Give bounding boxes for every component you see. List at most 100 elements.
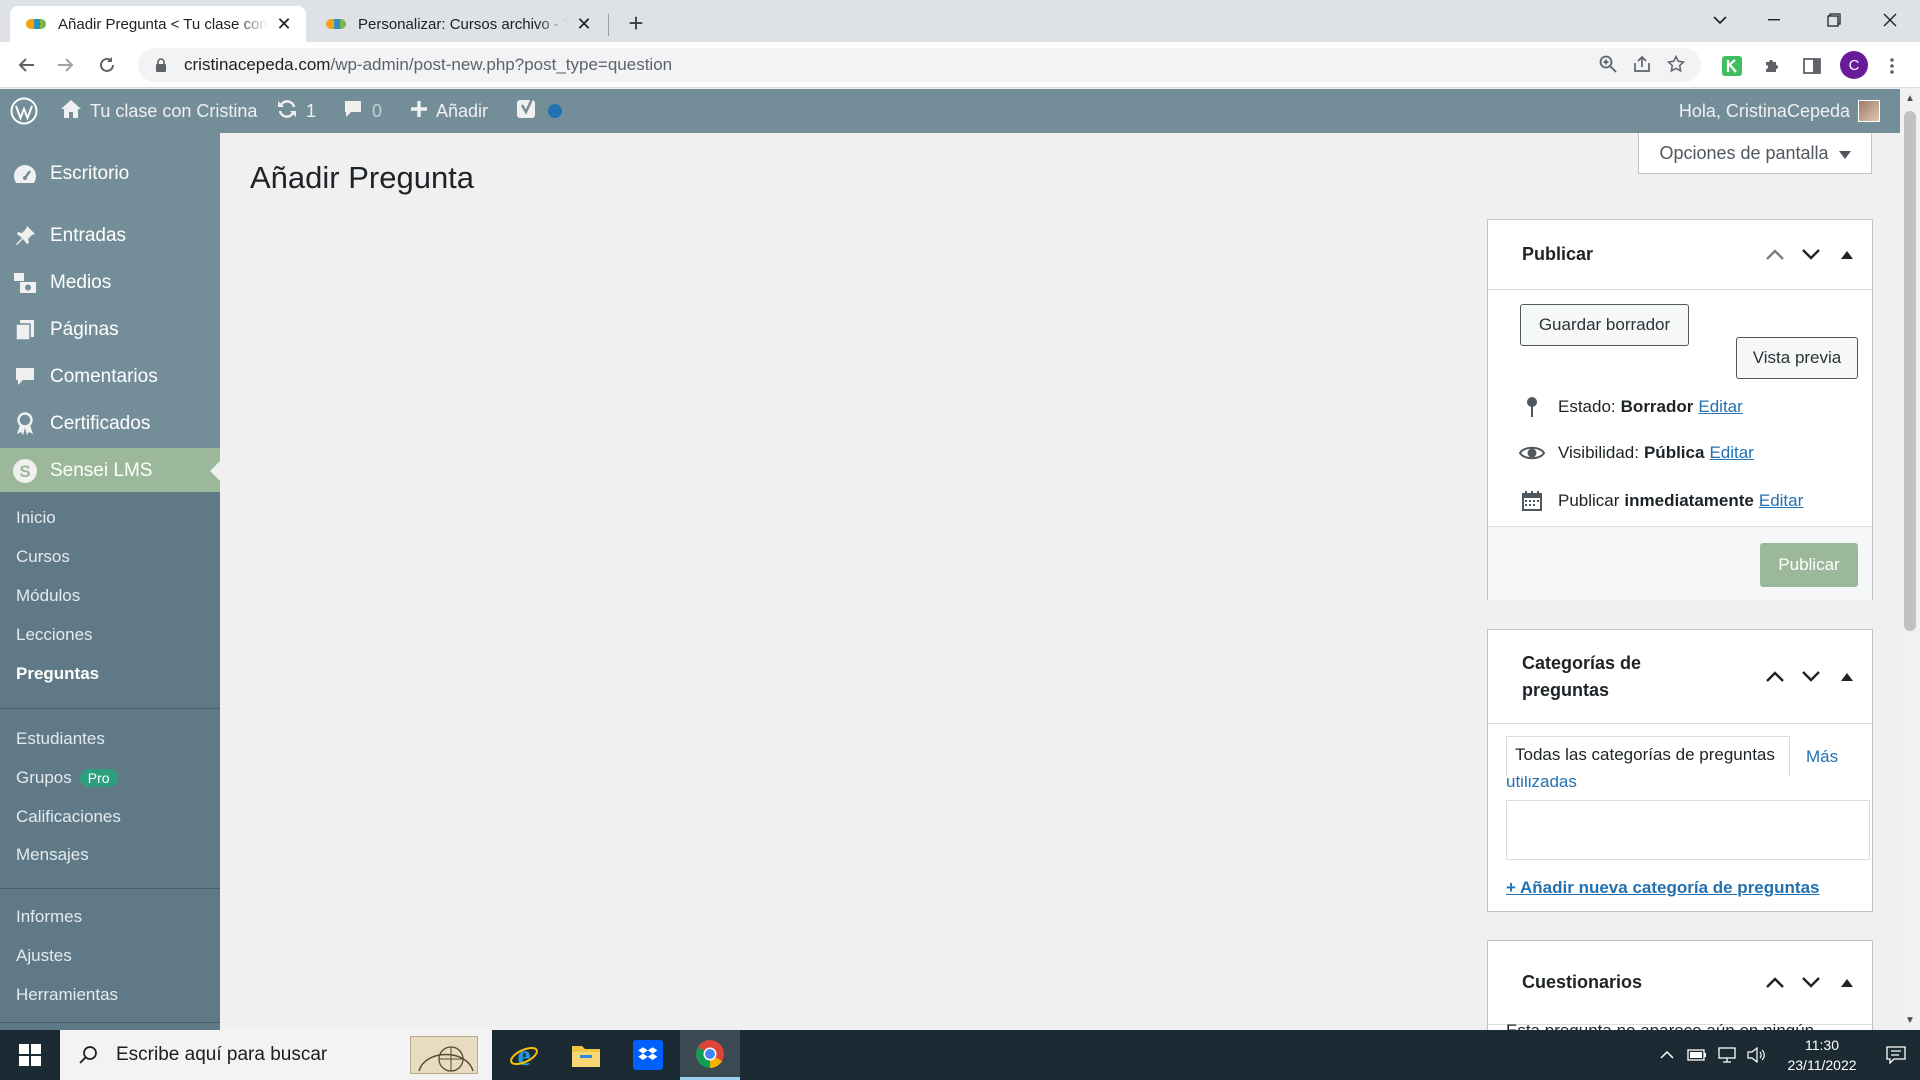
edit-visibility-link[interactable]: Editar [1709, 443, 1753, 463]
submenu-mensajes[interactable]: Mensajes [16, 845, 89, 865]
screen-options-button[interactable]: Opciones de pantalla [1638, 133, 1872, 174]
scrollbar-thumb[interactable] [1904, 111, 1916, 631]
extension-k-icon[interactable] [1720, 54, 1744, 78]
caret-down-icon [1838, 143, 1851, 164]
site-name-link[interactable]: Tu clase con Cristina [60, 89, 257, 133]
close-window-button[interactable] [1866, 0, 1914, 40]
battery-icon[interactable] [1682, 1049, 1712, 1061]
file-explorer-icon[interactable] [556, 1030, 616, 1080]
tab-personalizar[interactable]: Personalizar: Cursos archivo - Tu clase … [310, 6, 606, 42]
comment-bubble-icon [342, 98, 364, 125]
close-tab-icon[interactable]: ✕ [274, 14, 294, 35]
tab-search-chevron-icon[interactable] [1696, 0, 1744, 40]
submenu-modulos[interactable]: Módulos [16, 586, 80, 606]
publish-button[interactable]: Publicar [1760, 543, 1858, 587]
toggle-panel-triangle-icon[interactable] [1836, 250, 1858, 259]
add-new-category-link[interactable]: + Añadir nueva categoría de preguntas [1506, 878, 1820, 898]
new-content-link[interactable]: Añadir [410, 89, 488, 133]
save-draft-button[interactable]: Guardar borrador [1520, 304, 1689, 346]
edit-status-link[interactable]: Editar [1698, 397, 1742, 417]
move-up-chevron-icon[interactable] [1764, 249, 1786, 260]
yoast-seo-menu[interactable] [516, 89, 562, 133]
menu-sensei-lms[interactable]: S Sensei LMS [0, 448, 220, 494]
profile-avatar[interactable]: C [1840, 51, 1868, 79]
updates-icon [276, 98, 298, 125]
menu-paginas[interactable]: Páginas [0, 307, 220, 353]
submenu-informes[interactable]: Informes [16, 907, 82, 927]
calendar-icon [1518, 490, 1546, 512]
pin-icon [0, 225, 50, 247]
menu-entradas[interactable]: Entradas [0, 213, 220, 259]
preview-button[interactable]: Vista previa [1736, 337, 1858, 379]
bookmark-star-icon[interactable] [1666, 54, 1686, 78]
tab-all-categories[interactable]: Todas las categorías de preguntas [1506, 736, 1790, 776]
updates-link[interactable]: 1 [276, 89, 316, 133]
reload-icon[interactable] [92, 50, 122, 80]
taskbar-search-box[interactable]: Escribe aquí para buscar [60, 1030, 492, 1080]
lock-icon[interactable] [152, 57, 170, 73]
scroll-down-arrow-icon[interactable]: ▼ [1905, 1015, 1915, 1026]
side-panel-icon[interactable] [1800, 54, 1824, 78]
submenu-estudiantes[interactable]: Estudiantes [16, 729, 105, 749]
page-scrollbar[interactable]: ▲ ▼ [1900, 89, 1920, 1030]
taskbar-clock[interactable]: 11:30 23/11/2022 [1772, 1035, 1872, 1075]
close-tab-icon[interactable]: ✕ [574, 14, 594, 35]
menu-comentarios[interactable]: Comentarios [0, 354, 220, 400]
scroll-up-arrow-icon[interactable]: ▲ [1905, 93, 1915, 104]
forward-arrow-icon[interactable] [50, 50, 80, 80]
volume-icon[interactable] [1742, 1047, 1772, 1063]
toggle-panel-triangle-icon[interactable] [1836, 978, 1858, 987]
menu-certificados[interactable]: Certificados [0, 401, 220, 447]
more-menu-icon[interactable] [1880, 54, 1904, 78]
submenu-cursos[interactable]: Cursos [16, 547, 70, 567]
menu-medios[interactable]: Medios [0, 260, 220, 306]
edit-publish-date-link[interactable]: Editar [1759, 491, 1803, 511]
minimize-button[interactable] [1750, 0, 1798, 40]
new-tab-button[interactable]: + [623, 8, 649, 39]
site-favicon-icon [326, 19, 346, 29]
windows-start-icon[interactable] [0, 1030, 60, 1080]
comment-icon [0, 366, 50, 388]
zoom-icon[interactable] [1599, 55, 1617, 78]
submenu-divider [0, 1022, 220, 1023]
tab-title: Personalizar: Cursos archivo - Tu clase … [358, 15, 568, 33]
quizzes-box-header: Cuestionarios [1488, 941, 1872, 1025]
wordpress-logo-icon[interactable] [10, 89, 38, 133]
submenu-preguntas[interactable]: Preguntas [16, 664, 99, 684]
move-down-chevron-icon[interactable] [1800, 249, 1822, 260]
move-up-chevron-icon[interactable] [1764, 977, 1786, 988]
my-account-menu[interactable]: Hola, CristinaCepeda [1679, 89, 1880, 133]
submenu-calificaciones[interactable]: Calificaciones [16, 807, 121, 827]
extensions-puzzle-icon[interactable] [1760, 54, 1784, 78]
back-arrow-icon[interactable] [12, 50, 42, 80]
notifications-icon[interactable] [1872, 1046, 1920, 1064]
submenu-lecciones[interactable]: Lecciones [16, 625, 93, 645]
media-icon [0, 272, 50, 294]
sensei-icon: S [0, 458, 50, 484]
menu-escritorio[interactable]: Escritorio [0, 151, 220, 197]
internet-explorer-icon[interactable]: e [494, 1030, 554, 1080]
submenu-divider [0, 888, 220, 889]
address-bar[interactable]: cristinacepeda.com/wp-admin/post-new.php… [138, 48, 1701, 82]
share-icon[interactable] [1633, 55, 1651, 78]
comments-link[interactable]: 0 [342, 89, 382, 133]
submenu-divider [0, 708, 220, 709]
quizzes-box: Cuestionarios Esta pregunta no aparece a… [1487, 940, 1873, 1032]
submenu-herramientas[interactable]: Herramientas [16, 985, 118, 1005]
browser-toolbar: cristinacepeda.com/wp-admin/post-new.php… [0, 42, 1920, 88]
network-icon[interactable] [1712, 1047, 1742, 1063]
move-down-chevron-icon[interactable] [1800, 977, 1822, 988]
show-hidden-icons-chevron-icon[interactable] [1652, 1051, 1682, 1059]
toggle-panel-triangle-icon[interactable] [1836, 672, 1858, 681]
restore-button[interactable] [1810, 0, 1858, 40]
publish-actions: Publicar [1488, 526, 1872, 600]
dropbox-icon[interactable] [618, 1030, 678, 1080]
search-highlight-image[interactable] [410, 1036, 478, 1074]
submenu-inicio[interactable]: Inicio [16, 508, 56, 528]
chrome-icon[interactable] [680, 1030, 740, 1080]
submenu-grupos[interactable]: Grupos Pro [16, 768, 118, 788]
submenu-ajustes[interactable]: Ajustes [16, 946, 72, 966]
move-down-chevron-icon[interactable] [1800, 671, 1822, 682]
tab-anadir-pregunta[interactable]: Añadir Pregunta < Tu clase con Cristina … [10, 6, 306, 42]
move-up-chevron-icon[interactable] [1764, 671, 1786, 682]
